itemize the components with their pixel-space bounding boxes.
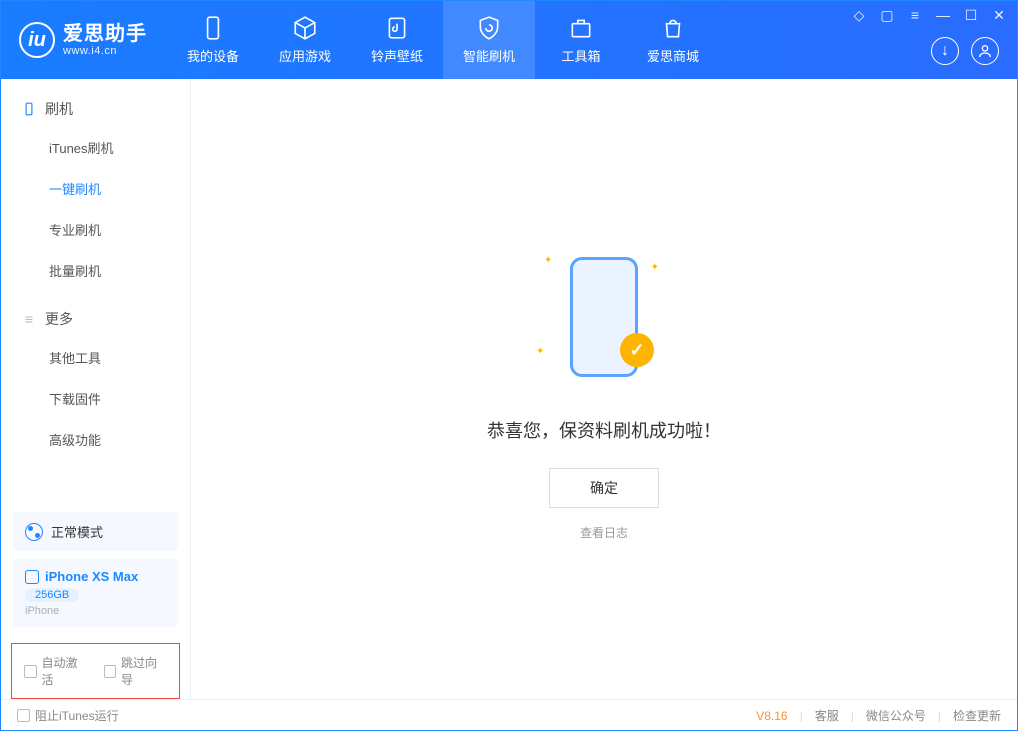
- tab-smart-flash[interactable]: 智能刷机: [443, 1, 535, 79]
- device-type: iPhone: [25, 605, 166, 617]
- tab-label: 智能刷机: [463, 46, 515, 65]
- tab-label: 我的设备: [187, 46, 239, 65]
- cube-icon: [292, 15, 318, 41]
- sidebar: 刷机 iTunes刷机 一键刷机 专业刷机 批量刷机 ≡ 更多 其他工具 下载固…: [1, 79, 191, 699]
- check-badge-icon: ✓: [620, 333, 654, 367]
- main-tabs: 我的设备 应用游戏 铃声壁纸 智能刷机 工具箱 爱思商城: [167, 1, 719, 79]
- status-bar: 阻止iTunes运行 V8.16 | 客服 | 微信公众号 | 检查更新: [1, 699, 1017, 731]
- download-icon[interactable]: ↓: [931, 37, 959, 65]
- phone-small-icon: [21, 101, 37, 117]
- checkbox-icon: [24, 665, 37, 678]
- flash-options-row: 自动激活 跳过向导: [11, 643, 180, 699]
- sparkle-icon: ✦: [651, 262, 659, 273]
- app-header: iu 爱思助手 www.i4.cn 我的设备 应用游戏 铃声壁纸 智能刷机 工具…: [1, 1, 1017, 79]
- ok-button[interactable]: 确定: [549, 468, 659, 508]
- app-logo: iu 爱思助手 www.i4.cn: [1, 22, 167, 58]
- user-icon[interactable]: [971, 37, 999, 65]
- sidebar-group-flash: 刷机: [1, 91, 190, 127]
- tab-apps-games[interactable]: 应用游戏: [259, 1, 351, 79]
- tab-label: 工具箱: [561, 46, 600, 65]
- device-info-card[interactable]: iPhone XS Max 256GB iPhone: [13, 559, 178, 627]
- checkbox-auto-activate[interactable]: 自动激活: [24, 654, 88, 688]
- sparkle-icon: ✦: [536, 346, 544, 357]
- group-label: 更多: [45, 309, 73, 329]
- minimize-icon[interactable]: —: [935, 7, 951, 24]
- sidebar-item-other-tools[interactable]: 其他工具: [1, 337, 190, 378]
- main-content: ✦ ✦ ✦ ✓ 恭喜您，保资料刷机成功啦！ 确定 查看日志: [191, 79, 1017, 699]
- checkbox-skip-wizard[interactable]: 跳过向导: [104, 654, 168, 688]
- menu-icon[interactable]: ≡: [907, 7, 923, 24]
- phone-icon: [200, 15, 226, 41]
- check-update-link[interactable]: 检查更新: [953, 707, 1001, 724]
- tab-toolbox[interactable]: 工具箱: [535, 1, 627, 79]
- header-right-icons: ↓: [931, 37, 999, 65]
- feedback-icon[interactable]: ▢: [879, 7, 895, 24]
- sidebar-item-itunes-flash[interactable]: iTunes刷机: [1, 127, 190, 168]
- shield-refresh-icon: [476, 15, 502, 41]
- checkbox-icon: [104, 665, 117, 678]
- sparkle-icon: ✦: [544, 255, 552, 266]
- sidebar-item-download-firmware[interactable]: 下载固件: [1, 378, 190, 419]
- checkbox-icon: [17, 709, 30, 722]
- briefcase-icon: [568, 15, 594, 41]
- mode-label: 正常模式: [51, 522, 103, 541]
- list-icon: ≡: [21, 311, 37, 327]
- tab-store[interactable]: 爱思商城: [627, 1, 719, 79]
- normal-mode-icon: [25, 523, 43, 541]
- success-illustration: ✦ ✦ ✦ ✓: [524, 237, 684, 397]
- sidebar-item-oneclick-flash[interactable]: 一键刷机: [1, 168, 190, 209]
- checkbox-label: 跳过向导: [121, 654, 167, 688]
- group-label: 刷机: [45, 99, 73, 119]
- close-icon[interactable]: ✕: [991, 7, 1007, 24]
- device-icon: [25, 570, 39, 584]
- tab-ringtone-wallpaper[interactable]: 铃声壁纸: [351, 1, 443, 79]
- skin-icon[interactable]: ◇: [851, 7, 867, 24]
- tab-label: 爱思商城: [647, 46, 699, 65]
- maximize-icon[interactable]: ☐: [963, 7, 979, 24]
- sidebar-group-more: ≡ 更多: [1, 301, 190, 337]
- view-log-link[interactable]: 查看日志: [580, 524, 628, 541]
- success-message: 恭喜您，保资料刷机成功啦！: [487, 417, 721, 443]
- device-name: iPhone XS Max: [45, 569, 138, 584]
- version-label: V8.16: [756, 709, 787, 723]
- window-controls: ◇ ▢ ≡ — ☐ ✕: [851, 7, 1007, 24]
- app-title: 爱思助手: [63, 23, 147, 45]
- sidebar-item-advanced[interactable]: 高级功能: [1, 419, 190, 460]
- sidebar-item-pro-flash[interactable]: 专业刷机: [1, 209, 190, 250]
- sidebar-item-batch-flash[interactable]: 批量刷机: [1, 250, 190, 291]
- tab-my-device[interactable]: 我的设备: [167, 1, 259, 79]
- tab-label: 铃声壁纸: [371, 46, 423, 65]
- wechat-link[interactable]: 微信公众号: [866, 707, 926, 724]
- app-subtitle: www.i4.cn: [63, 45, 147, 57]
- logo-icon: iu: [19, 22, 55, 58]
- support-link[interactable]: 客服: [815, 707, 839, 724]
- device-mode-card[interactable]: 正常模式: [13, 512, 178, 551]
- checkbox-label: 自动激活: [42, 654, 88, 688]
- music-file-icon: [384, 15, 410, 41]
- checkbox-label: 阻止iTunes运行: [35, 707, 119, 724]
- checkbox-block-itunes[interactable]: 阻止iTunes运行: [17, 707, 119, 724]
- tab-label: 应用游戏: [279, 46, 331, 65]
- bag-icon: [660, 15, 686, 41]
- storage-badge: 256GB: [25, 588, 79, 602]
